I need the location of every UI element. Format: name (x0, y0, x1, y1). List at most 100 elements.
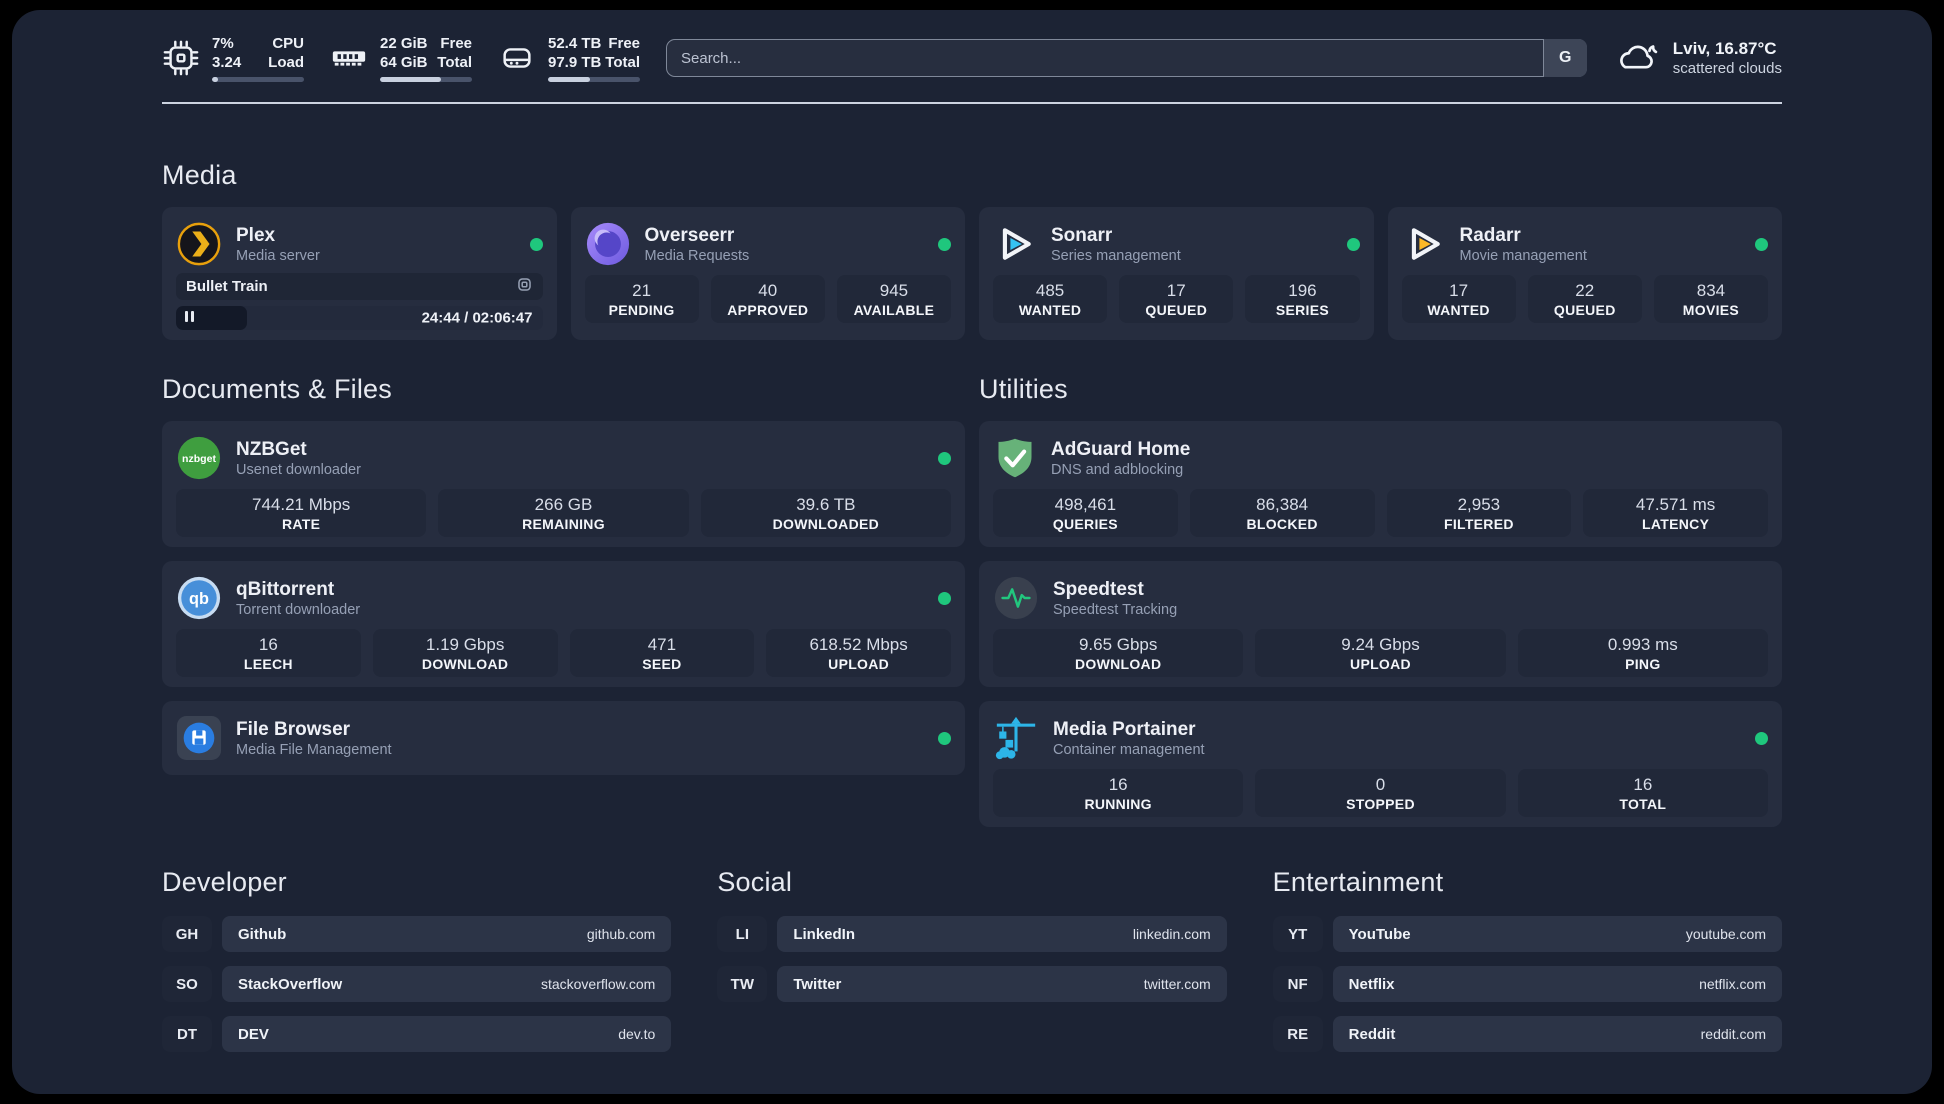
ram-widget: 22 GiB Free 64 GiB Total (330, 34, 472, 82)
app-card-nzbget[interactable]: nzbget NZBGet Usenet downloader 744.21 M… (162, 421, 965, 547)
svg-text:nzbget: nzbget (182, 453, 216, 465)
link-abbr: NF (1272, 966, 1323, 1002)
link-name: YouTube (1348, 925, 1411, 943)
search-engine-button[interactable]: G (1542, 39, 1587, 77)
stat-tile: 9.24 Gbps UPLOAD (1255, 629, 1506, 677)
link-url: youtube.com (1685, 926, 1766, 942)
app-card-radarr[interactable]: Radarr Movie management 17 WANTED 22 QUEUE… (1387, 207, 1782, 340)
app-title: Media Portainer (1053, 718, 1196, 740)
link-name: LinkedIn (793, 925, 855, 943)
link-abbr: RE (1272, 1016, 1323, 1052)
ram-free: 22 GiB (380, 35, 428, 52)
speedtest-icon (993, 575, 1039, 621)
app-card-overseerr[interactable]: Overseerr Media Requests 21 PENDING 40 APP… (570, 207, 965, 340)
link-url: stackoverflow.com (540, 976, 656, 992)
app-card-filebrowser[interactable]: File Browser Media File Management (162, 701, 965, 775)
status-dot (1755, 731, 1768, 745)
app-card-speedtest[interactable]: Speedtest Speedtest Tracking 9.65 Gbps DO… (979, 561, 1782, 687)
link-name: DEV (238, 1025, 269, 1043)
stat-tile: 2,953 FILTERED (1386, 489, 1572, 537)
app-title: File Browser (236, 718, 351, 740)
adguard-icon (993, 435, 1037, 481)
link-dev[interactable]: DT DEV dev.to (162, 1016, 672, 1052)
app-subtitle: Media server (236, 247, 320, 264)
app-card-plex[interactable]: Plex Media server Bullet Train 24:44 / 0… (162, 207, 557, 340)
playback-progress[interactable]: 24:44 / 02:06:47 (176, 306, 543, 330)
link-github[interactable]: GH Github github.com (162, 916, 672, 952)
svg-text:qb: qb (189, 590, 209, 608)
search-input[interactable] (666, 39, 1587, 77)
section-title-media: Media (162, 160, 237, 190)
portainer-icon (993, 715, 1039, 761)
status-dot (1346, 237, 1360, 251)
stat-tile: 39.6 TB DOWNLOADED (700, 489, 951, 537)
stat-tile: 40 APPROVED (710, 275, 825, 323)
disk-free-label: Free (608, 35, 640, 52)
plex-icon (176, 221, 222, 267)
nzbget-icon: nzbget (176, 435, 222, 481)
stat-tile: 266 GB REMAINING (438, 489, 689, 537)
link-url: linkedin.com (1132, 926, 1211, 942)
app-card-portainer[interactable]: Media Portainer Container management 16 R… (979, 701, 1782, 827)
cloud-icon (1613, 39, 1660, 78)
link-abbr: TW (717, 966, 768, 1002)
app-subtitle: DNS and adblocking (1051, 461, 1184, 478)
status-dot (938, 451, 951, 465)
cpu-load: 3.24 (212, 54, 242, 71)
app-card-sonarr[interactable]: Sonarr Series management 485 WANTED 17 QUE… (979, 207, 1374, 340)
stat-tile: 17 WANTED (1401, 275, 1516, 323)
link-name: Reddit (1348, 1025, 1396, 1043)
link-stackoverflow[interactable]: SO StackOverflow stackoverflow.com (162, 966, 672, 1002)
link-name: Github (238, 925, 287, 943)
ram-progress-fill (380, 77, 441, 82)
cpu-icon (162, 39, 200, 77)
disk-total-label: Total (605, 54, 640, 71)
link-linkedin[interactable]: LI LinkedIn linkedin.com (717, 916, 1227, 952)
app-subtitle: Series management (1051, 247, 1181, 264)
disk-icon (498, 39, 536, 77)
playback-time: 24:44 / 02:06:47 (421, 309, 533, 327)
stat-tile: 0.993 ms PING (1517, 629, 1768, 677)
section-title-entertainment: Entertainment (1272, 867, 1444, 897)
stat-tile: 0 STOPPED (1255, 769, 1506, 817)
link-name: Twitter (793, 975, 842, 993)
link-youtube[interactable]: YT YouTube youtube.com (1272, 916, 1782, 952)
qbittorrent-icon: qb (176, 575, 222, 621)
filebrowser-icon (176, 715, 222, 761)
disk-free: 52.4 TB (548, 35, 602, 52)
section-utilities: Utilities AdGuard Home DNS and adblockin… (979, 374, 1782, 827)
link-name: StackOverflow (238, 975, 343, 993)
cpu-widget: 7% CPU 3.24 Load (162, 34, 304, 82)
section-title-developer: Developer (162, 867, 287, 897)
app-title: Plex (236, 224, 276, 246)
session-screen-icon[interactable] (516, 276, 533, 298)
link-twitter[interactable]: TW Twitter twitter.com (717, 966, 1227, 1002)
ram-progress (380, 77, 472, 82)
link-netflix[interactable]: NF Netflix netflix.com (1272, 966, 1782, 1002)
app-subtitle: Usenet downloader (236, 461, 361, 478)
link-reddit[interactable]: RE Reddit reddit.com (1272, 1016, 1782, 1052)
app-title: Sonarr (1051, 224, 1113, 246)
stat-tile: 834 MOVIES (1653, 275, 1769, 323)
app-subtitle: Torrent downloader (236, 601, 361, 618)
app-card-qbittorrent[interactable]: qb qBittorrent Torrent downloader 16 LEEC… (162, 561, 965, 687)
ram-total-label: Total (437, 54, 472, 71)
status-dot (529, 237, 543, 251)
disk-widget: 52.4 TB Free 97.9 TB Total (498, 34, 640, 82)
stat-tile: 21 PENDING (584, 275, 699, 323)
link-url: twitter.com (1143, 976, 1211, 992)
app-title: NZBGet (236, 438, 307, 460)
link-abbr: LI (717, 916, 768, 952)
stat-tile: 1.19 Gbps DOWNLOAD (372, 629, 558, 677)
playback-progress-fill (176, 306, 248, 330)
section-documents: Documents & Files nzbget NZBGet Usenet d… (162, 374, 965, 827)
stat-tile: 47.571 ms LATENCY (1583, 489, 1768, 537)
disk-total: 97.9 TB (548, 54, 602, 71)
app-card-adguard[interactable]: AdGuard Home DNS and adblocking 498,461 Q… (979, 421, 1782, 547)
ram-free-label: Free (440, 35, 472, 52)
link-abbr: GH (162, 916, 212, 952)
section-social: Social LI LinkedIn linkedin.com TW Twitte… (717, 867, 1227, 1066)
topbar: 7% CPU 3.24 Load 22 GiB Free 64 GiB Total (162, 10, 1782, 82)
app-subtitle: Media Requests (644, 247, 750, 264)
app-title: qBittorrent (236, 578, 335, 600)
